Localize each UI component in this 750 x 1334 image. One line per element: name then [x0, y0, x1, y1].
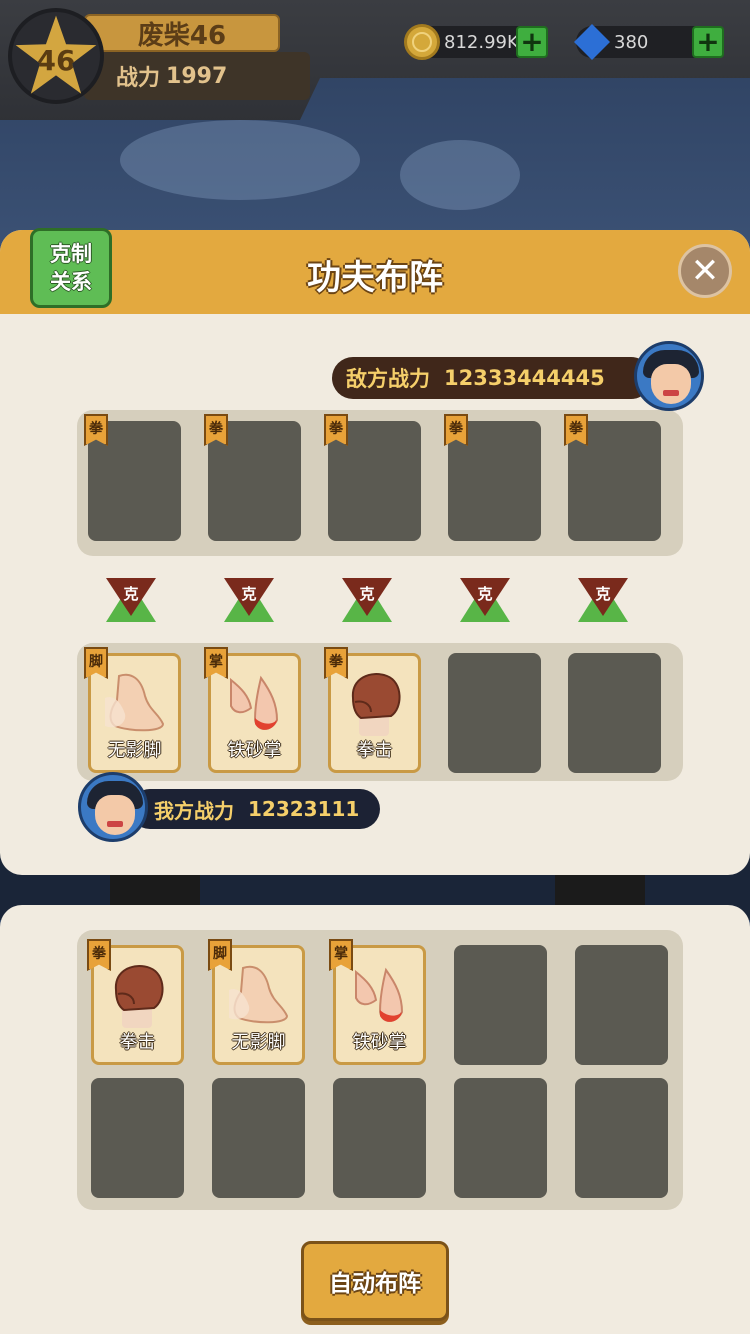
- auto-arrange-button[interactable]: 自动布阵: [301, 1241, 449, 1321]
- my-power-value: 12323111: [248, 797, 360, 821]
- foot-icon: [229, 965, 289, 1024]
- relation-label-1: 克制: [50, 242, 92, 266]
- player-power-label: 战力: [116, 66, 161, 91]
- inventory-empty-slot: [454, 945, 547, 1065]
- boxing-glove-icon: [351, 673, 401, 736]
- close-button[interactable]: ✕: [678, 244, 732, 298]
- player-name-plate: 废柴46: [84, 14, 280, 52]
- my-power-bar: 我方战力 12323111: [130, 789, 380, 829]
- card-name: 铁砂掌: [227, 740, 282, 761]
- counter-label: 克: [241, 585, 257, 603]
- palm-icon: [230, 675, 279, 730]
- counter-indicator: 克: [342, 578, 392, 622]
- star-icon: 46: [15, 15, 97, 94]
- player-name: 废柴46: [137, 20, 227, 51]
- counter-indicator: 克: [578, 578, 628, 622]
- add-gem-button[interactable]: +: [692, 26, 724, 58]
- inventory-empty-slot: [333, 1078, 426, 1198]
- counter-label: 克: [123, 585, 139, 603]
- counter-indicator: 克: [106, 578, 156, 622]
- counter-label: 克: [359, 585, 375, 603]
- card-name: 铁砂掌: [352, 1032, 407, 1053]
- counter-label: 克: [477, 585, 493, 603]
- my-empty-slot[interactable]: [568, 653, 661, 773]
- counter-label: 克: [595, 585, 611, 603]
- auto-arrange-label: 自动布阵: [329, 1271, 421, 1297]
- player-level: 46: [36, 43, 76, 77]
- player-level-avatar[interactable]: 46: [8, 8, 104, 104]
- my-power-label: 我方战力: [154, 798, 234, 823]
- card-name: 拳击: [356, 740, 393, 761]
- enemy-power-bar: 敌方战力 12333444445: [332, 357, 652, 399]
- panel-title: 功夫布阵: [307, 258, 443, 298]
- gold-resource: 812.99K +: [404, 24, 548, 60]
- inventory-empty-slot: [575, 1078, 668, 1198]
- add-gold-button[interactable]: +: [516, 26, 548, 58]
- enemy-power-label: 敌方战力: [346, 367, 430, 391]
- boxing-glove-icon: [114, 965, 164, 1028]
- player-power-plate: 战力 1997: [84, 52, 310, 100]
- player-power-value: 1997: [166, 63, 228, 89]
- inventory-empty-slot: [575, 945, 668, 1065]
- counter-indicator: 克: [224, 578, 274, 622]
- card-name: 无影脚: [107, 740, 162, 761]
- my-empty-slot[interactable]: [448, 653, 541, 773]
- enemy-avatar: [634, 341, 704, 411]
- gold-amount: 812.99K: [444, 31, 519, 53]
- my-avatar: [78, 772, 148, 842]
- foot-icon: [105, 673, 165, 732]
- inventory-empty-slot: [91, 1078, 184, 1198]
- card-name: 无影脚: [231, 1032, 286, 1053]
- card-name: 拳击: [119, 1032, 156, 1053]
- gem-amount: 380: [614, 31, 649, 53]
- palm-icon: [355, 967, 404, 1022]
- relation-label-2: 关系: [50, 270, 92, 294]
- gold-coin-icon: [404, 24, 440, 60]
- enemy-power-value: 12333444445: [444, 366, 605, 390]
- inventory-empty-slot: [212, 1078, 305, 1198]
- gem-resource: 380 +: [574, 24, 724, 60]
- inventory-empty-slot: [454, 1078, 547, 1198]
- counter-relation-button[interactable]: 克制 关系: [30, 228, 112, 308]
- counter-indicator: 克: [460, 578, 510, 622]
- close-icon: ✕: [690, 251, 720, 291]
